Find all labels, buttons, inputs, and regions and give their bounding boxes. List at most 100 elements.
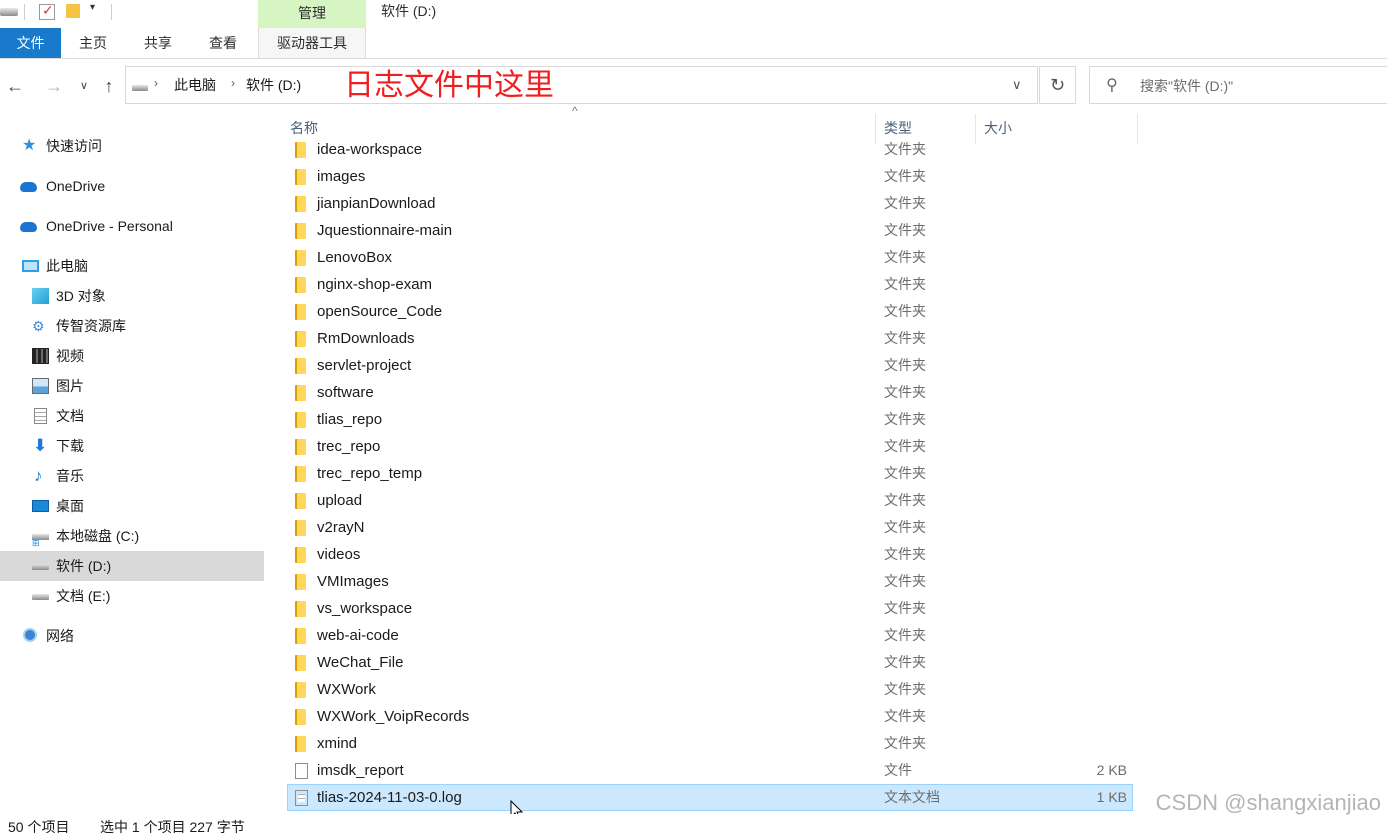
nav-network-share[interactable]: ⚙ 传智资源库 — [0, 311, 264, 341]
file-row[interactable]: software 文件夹 — [265, 379, 1387, 406]
folder-icon — [295, 277, 306, 293]
divider — [24, 4, 25, 20]
nav-drive-e[interactable]: 文档 (E:) — [0, 581, 264, 611]
file-row[interactable]: vs_workspace 文件夹 — [265, 595, 1387, 622]
file-row[interactable]: WXWork_VoipRecords 文件夹 — [265, 703, 1387, 730]
file-name: software — [317, 384, 374, 401]
file-type: 文件夹 — [884, 357, 926, 373]
file-row[interactable]: Jquestionnaire-main 文件夹 — [265, 217, 1387, 244]
file-name: VMImages — [317, 573, 389, 590]
search-box[interactable]: ⚲ 搜索"软件 (D:)" — [1089, 66, 1387, 104]
file-row[interactable]: LenovoBox 文件夹 — [265, 244, 1387, 271]
file-row[interactable]: nginx-shop-exam 文件夹 — [265, 271, 1387, 298]
file-type: 文件夹 — [884, 600, 926, 616]
new-folder-icon[interactable] — [66, 4, 80, 18]
nav-pictures[interactable]: 图片 — [0, 371, 264, 401]
customize-toolbar-dropdown-icon[interactable]: ▾ — [90, 2, 100, 18]
nav-quick-access[interactable]: ★ 快速访问 — [0, 131, 264, 161]
nav-label: 文档 — [56, 408, 84, 424]
file-row[interactable]: imsdk_report 文件 2 KB — [265, 757, 1387, 784]
file-size: 1 KB — [1096, 789, 1127, 805]
tab-share[interactable]: 共享 — [126, 28, 190, 58]
file-row[interactable]: openSource_Code 文件夹 — [265, 298, 1387, 325]
file-row[interactable]: WXWork 文件夹 — [265, 676, 1387, 703]
nav-videos[interactable]: 视频 — [0, 341, 264, 371]
file-row[interactable]: idea-workspace 文件夹 — [265, 136, 1387, 163]
tab-home[interactable]: 主页 — [62, 28, 124, 58]
file-type: 文件夹 — [884, 411, 926, 427]
drive-icon — [32, 564, 49, 570]
folder-icon — [295, 547, 306, 563]
tab-view[interactable]: 查看 — [192, 28, 254, 58]
nav-this-pc[interactable]: 此电脑 — [0, 251, 264, 281]
file-type: 文件夹 — [884, 708, 926, 724]
nav-3d-objects[interactable]: 3D 对象 — [0, 281, 264, 311]
nav-label: OneDrive - Personal — [46, 218, 173, 234]
nav-network[interactable]: 网络 — [0, 621, 264, 651]
folder-icon — [295, 142, 306, 158]
file-type: 文件夹 — [884, 222, 926, 238]
file-row[interactable]: RmDownloads 文件夹 — [265, 325, 1387, 352]
file-row[interactable]: trec_repo_temp 文件夹 — [265, 460, 1387, 487]
red-annotation-text: 日志文件中这里 — [344, 68, 554, 103]
folder-icon — [295, 169, 306, 185]
file-name: WeChat_File — [317, 654, 404, 671]
back-arrow-icon[interactable]: ← — [3, 74, 27, 98]
title-bar: ▾ 管理 软件 (D:) — [0, 0, 1387, 28]
file-size: 2 KB — [1096, 762, 1127, 778]
nav-downloads[interactable]: ⬇ 下载 — [0, 431, 264, 461]
up-arrow-icon[interactable]: ↑ — [97, 74, 121, 98]
tab-file[interactable]: 文件 — [0, 28, 61, 58]
properties-icon[interactable] — [39, 2, 55, 20]
file-name: idea-workspace — [317, 141, 423, 158]
nav-label: 图片 — [56, 378, 84, 394]
navigation-pane: ★ 快速访问 OneDrive OneDrive - Personal 此电脑 … — [0, 114, 265, 814]
folder-icon — [295, 250, 306, 266]
nav-label: 文档 (E:) — [56, 588, 111, 604]
nav-documents[interactable]: 文档 — [0, 401, 264, 431]
file-row[interactable]: trec_repo 文件夹 — [265, 433, 1387, 460]
file-row[interactable]: servlet-project 文件夹 — [265, 352, 1387, 379]
file-row[interactable]: tlias_repo 文件夹 — [265, 406, 1387, 433]
file-row[interactable]: web-ai-code 文件夹 — [265, 622, 1387, 649]
file-row[interactable]: jianpianDownload 文件夹 — [265, 190, 1387, 217]
tab-drive-tools[interactable]: 驱动器工具 — [258, 28, 366, 58]
file-type: 文件夹 — [884, 627, 926, 643]
file-row[interactable]: v2rayN 文件夹 — [265, 514, 1387, 541]
file-type: 文件夹 — [884, 438, 926, 454]
file-row[interactable]: WeChat_File 文件夹 — [265, 649, 1387, 676]
video-icon — [32, 348, 49, 364]
nav-desktop[interactable]: 桌面 — [0, 491, 264, 521]
search-input[interactable]: 搜索"软件 (D:)" — [1140, 76, 1233, 96]
breadcrumb-chevron-icon[interactable]: › — [154, 76, 158, 90]
folder-icon — [295, 466, 306, 482]
file-name: RmDownloads — [317, 330, 415, 347]
breadcrumb-this-pc[interactable]: 此电脑 — [174, 75, 216, 95]
file-type: 文件夹 — [884, 384, 926, 400]
nav-music[interactable]: ♪ 音乐 — [0, 461, 264, 491]
address-bar[interactable]: › 此电脑 › 软件 (D:) 日志文件中这里 ∨ — [125, 66, 1038, 104]
file-row[interactable]: xmind 文件夹 — [265, 730, 1387, 757]
refresh-button[interactable]: ↻ — [1039, 66, 1076, 104]
breadcrumb-chevron-icon[interactable]: › — [231, 76, 235, 90]
nav-onedrive-personal[interactable]: OneDrive - Personal — [0, 211, 264, 241]
file-row[interactable]: images 文件夹 — [265, 163, 1387, 190]
nav-drive-d[interactable]: 软件 (D:) — [0, 551, 264, 581]
file-row[interactable]: videos 文件夹 — [265, 541, 1387, 568]
nav-onedrive[interactable]: OneDrive — [0, 171, 264, 201]
forward-arrow-icon[interactable]: → — [42, 74, 66, 98]
sort-ascending-icon: ^ — [572, 104, 578, 118]
file-row[interactable]: upload 文件夹 — [265, 487, 1387, 514]
nav-label: 桌面 — [56, 498, 84, 514]
nav-drive-c[interactable]: ⊞ 本地磁盘 (C:) — [0, 521, 264, 551]
manage-contextual-tab[interactable]: 管理 — [258, 0, 366, 28]
folder-icon — [295, 385, 306, 401]
address-dropdown-icon[interactable]: ∨ — [1012, 77, 1022, 93]
breadcrumb-d-drive[interactable]: 软件 (D:) — [246, 75, 301, 95]
file-type: 文件夹 — [884, 465, 926, 481]
status-bar: 50 个项目 选中 1 个项目 227 字节 — [0, 814, 1387, 838]
recent-locations-chevron-icon[interactable]: ∨ — [72, 74, 96, 98]
file-type: 文件夹 — [884, 141, 926, 157]
file-row[interactable]: VMImages 文件夹 — [265, 568, 1387, 595]
ribbon-tabs: 文件 主页 共享 查看 驱动器工具 — [0, 28, 1387, 59]
